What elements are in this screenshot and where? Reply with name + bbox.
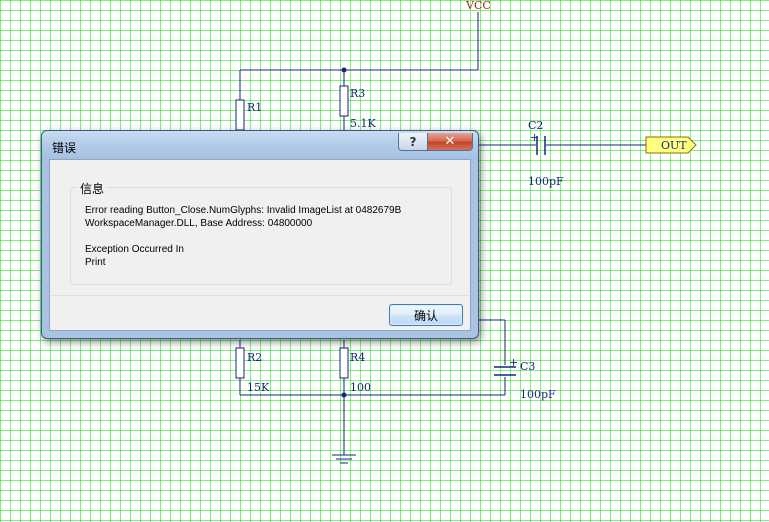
error-message-line2: WorkspaceManager.DLL, Base Address: 0480… <box>85 218 313 229</box>
r3-label: R3 <box>350 87 365 100</box>
ok-button[interactable]: 确认 <box>389 304 463 326</box>
c3-value: 100pF <box>520 388 556 401</box>
resistor-r1[interactable] <box>235 99 245 131</box>
junction-dot <box>341 392 347 398</box>
close-icon: ✕ <box>444 134 456 149</box>
close-button[interactable]: ✕ <box>427 133 473 151</box>
r1-label: R1 <box>247 101 262 114</box>
help-icon: ? <box>409 134 417 149</box>
r3-value: 5.1K <box>350 117 376 130</box>
r2-label: R2 <box>247 351 262 364</box>
error-message-line4: Print <box>85 257 106 268</box>
resistor-r3[interactable] <box>339 85 349 117</box>
resistor-r2[interactable] <box>235 347 245 379</box>
r4-label: R4 <box>350 351 365 364</box>
error-dialog: 错误 ? ✕ 信息 Error reading Button_Close.Num… <box>41 130 479 339</box>
r4-value: 100 <box>350 381 371 394</box>
c3-plus: + <box>509 356 518 369</box>
help-button[interactable]: ? <box>398 133 428 151</box>
dialog-title: 错误 <box>52 141 77 155</box>
out-port-label: OUT <box>661 139 687 152</box>
ok-button-label: 确认 <box>413 308 438 323</box>
c2-plus: + <box>530 131 539 144</box>
c2-value: 100pF <box>528 175 564 188</box>
vcc-label: VCC <box>465 0 491 12</box>
dialog-titlebar[interactable]: 错误 ? ✕ <box>42 131 478 159</box>
r2-value: 15K <box>247 381 270 394</box>
error-message-line3: Exception Occurred In <box>85 244 184 255</box>
info-groupbox: 信息 Error reading Button_Close.NumGlyphs:… <box>70 180 452 285</box>
footer-divider <box>50 295 470 296</box>
junction-dot <box>341 67 347 73</box>
error-message-line1: Error reading Button_Close.NumGlyphs: In… <box>85 205 402 216</box>
resistor-r4[interactable] <box>339 347 349 379</box>
c3-label: C3 <box>520 360 535 373</box>
group-title: 信息 <box>77 180 108 197</box>
dialog-body: 信息 Error reading Button_Close.NumGlyphs:… <box>49 159 471 331</box>
